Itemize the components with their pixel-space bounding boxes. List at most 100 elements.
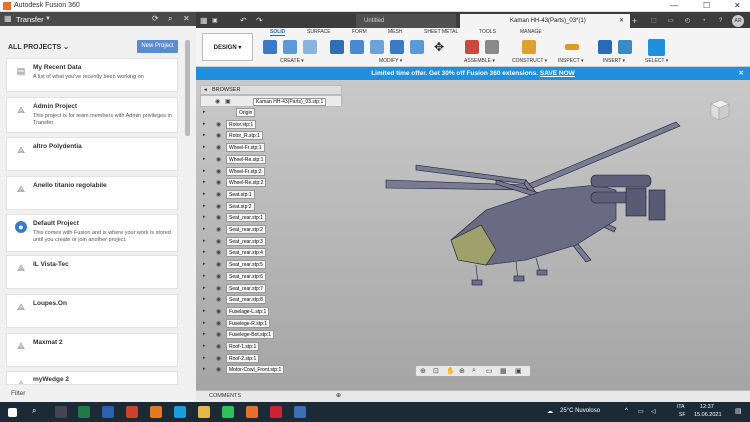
expand-icon[interactable]: ▸ (203, 214, 206, 220)
tab-kaman[interactable]: Kaman HH-43(Parts)_03*(1) ✕ (460, 14, 630, 28)
collapse-icon[interactable]: ◂ (204, 86, 207, 95)
eye-icon[interactable]: ◉ (216, 179, 221, 186)
task-view-icon[interactable] (55, 406, 67, 418)
expand-icon[interactable]: ▸ (203, 273, 206, 279)
decal-icon[interactable] (618, 40, 632, 54)
eye-icon[interactable]: ◉ (216, 121, 221, 128)
insert-icon[interactable] (598, 40, 612, 54)
volume-icon[interactable]: ◁ (651, 408, 656, 415)
eye-icon[interactable]: ◉ (216, 156, 221, 163)
workspace-switcher[interactable]: DESIGN ▾ (202, 33, 253, 61)
create-more-icon[interactable] (303, 40, 317, 54)
expand-icon[interactable]: ▸ (203, 238, 206, 244)
expand-icon[interactable]: ▸ (203, 296, 206, 302)
project-card[interactable]: ⟁ myWedge 2 (6, 371, 178, 385)
whatsapp-icon[interactable] (222, 406, 234, 418)
jobs-icon[interactable]: ◴ (685, 14, 690, 28)
browser-tree-item[interactable]: ▸ Origin (200, 107, 342, 118)
eye-icon[interactable]: ◉ (216, 366, 221, 373)
search-icon[interactable]: ⌕ (32, 406, 36, 416)
app-icon[interactable] (270, 406, 282, 418)
eye-icon[interactable]: ◉ (216, 285, 221, 292)
refresh-icon[interactable]: ⟳ (152, 14, 159, 23)
new-tab-icon[interactable]: + (632, 14, 637, 28)
inspect-menu[interactable]: INSPECT ▾ (558, 58, 583, 64)
expand-icon[interactable]: ▸ (203, 132, 206, 138)
combine-icon[interactable] (410, 40, 424, 54)
browser-tree-item[interactable]: ▸ ◉ Roof-2.stp:1 (200, 353, 342, 364)
comments-bar[interactable]: COMMENTS ⊕ (196, 390, 750, 402)
project-card[interactable]: ● Default Project This comes with Fusion… (6, 214, 178, 252)
expand-icon[interactable]: ▸ (203, 355, 206, 361)
clock-time[interactable]: 12:37 (700, 404, 714, 410)
expand-icon[interactable]: ▸ (203, 366, 206, 372)
eye-icon[interactable]: ◉ (216, 355, 221, 362)
eye-icon[interactable]: ◉ (216, 238, 221, 245)
new-component-icon[interactable] (263, 40, 277, 54)
powerpoint-icon[interactable] (126, 406, 138, 418)
keyboard-layout[interactable]: SF (679, 412, 685, 418)
browser-tree-item[interactable]: ▸ ◉ Seat.stp:2 (200, 201, 342, 212)
tray-arrow-icon[interactable]: ^ (625, 408, 628, 414)
tab-sheet-metal[interactable]: SHEET METAL (424, 29, 458, 35)
browser-tree-item[interactable]: ▸ ◉ Rotor_R.stp:1 (200, 130, 342, 141)
file-explorer-icon[interactable] (198, 406, 210, 418)
browser-tree-item[interactable]: ▸ ◉ Seat_rear.stp:2 (200, 224, 342, 235)
expand-icon[interactable]: ▸ (203, 320, 206, 326)
browser-tree-item[interactable]: ▸ ◉ Seat_rear.stp:3 (200, 236, 342, 247)
modify-menu[interactable]: MODIFY ▾ (379, 58, 402, 64)
expand-icon[interactable]: ▸ (203, 343, 206, 349)
shell-icon[interactable] (390, 40, 404, 54)
clock-date[interactable]: 15.06.2021 (694, 412, 722, 418)
minimize-button[interactable]: — (670, 1, 678, 10)
expand-icon[interactable]: ▸ (203, 331, 206, 337)
orbit-icon[interactable]: ⊕ (420, 367, 426, 375)
project-card[interactable]: ⟁ Maxmat 2 (6, 333, 178, 367)
expand-icon[interactable]: ▸ (203, 249, 206, 255)
joint-icon[interactable] (485, 40, 499, 54)
expand-icon[interactable]: ▸ (203, 285, 206, 291)
browser-tree-item[interactable]: ▸ ◉ Fuselege-R.stp:1 (200, 318, 342, 329)
photos-icon[interactable] (294, 406, 306, 418)
offset-plane-icon[interactable] (522, 40, 536, 54)
start-icon[interactable] (8, 408, 17, 417)
browser-tree-item[interactable]: ▸ ◉ Rotor.stp:1 (200, 119, 342, 130)
project-card[interactable]: ⟁ altro Polydentia (6, 137, 178, 171)
browser-tree-item[interactable]: ▸ ◉ Wheel-Fr.stp:1 (200, 142, 342, 153)
expand-icon[interactable]: ▸ (203, 261, 206, 267)
eye-icon[interactable]: ◉ (216, 320, 221, 327)
undo-icon[interactable]: ↶ (240, 14, 247, 28)
view-cube[interactable] (705, 96, 731, 122)
language[interactable]: ITA (677, 404, 684, 410)
move-icon[interactable]: ✥ (432, 40, 446, 54)
close-icon[interactable]: ✕ (183, 14, 190, 23)
browser-tree-item[interactable]: ▸ ◉ Seat_rear.stp:1 (200, 212, 342, 223)
browser-tree-item[interactable]: ▸ ◉ Seat_rear.stp:8 (200, 294, 342, 305)
expand-icon[interactable]: ▸ (203, 168, 206, 174)
weather-text[interactable]: 25°C Nuvoloso (560, 408, 600, 414)
eye-icon[interactable]: ◉ (216, 343, 221, 350)
measure-icon[interactable] (565, 44, 579, 50)
fit-icon[interactable]: ⌕ (472, 367, 476, 375)
close-button[interactable]: ✕ (734, 1, 741, 10)
chat-icon[interactable]: ▭ (668, 14, 674, 28)
tab-mesh[interactable]: MESH (388, 29, 402, 35)
assemble-menu[interactable]: ASSEMBLE ▾ (464, 58, 495, 64)
add-comment-icon[interactable]: ⊕ (336, 392, 341, 399)
browser-tree-item[interactable]: ▸ ◉ Wheel-Fr.stp:2 (200, 166, 342, 177)
eye-icon[interactable]: ◉ (216, 308, 221, 315)
select-icon[interactable] (648, 39, 665, 56)
eye-icon[interactable]: ◉ (215, 98, 220, 105)
project-card[interactable]: ⟁ Anello titanio regolabile (6, 176, 178, 210)
look-at-icon[interactable]: ⊡ (433, 367, 439, 375)
project-card[interactable]: ▤ My Recent Data A list of what you've r… (6, 58, 178, 92)
project-card[interactable]: ⟁ Admin Project This project is for team… (6, 97, 178, 133)
help-icon[interactable]: ? (719, 14, 722, 28)
expand-icon[interactable]: ▸ (203, 179, 206, 185)
eye-icon[interactable]: ◉ (216, 296, 221, 303)
new-project-button[interactable]: New Project (137, 40, 178, 53)
save-now-link[interactable]: SAVE NOW (540, 70, 575, 77)
browser-tree-item[interactable]: ▸ ◉ Roof-1.stp:1 (200, 341, 342, 352)
tree-root[interactable]: ◉ ▣ Kaman HH-43(Parts)_03.stp:1 (200, 95, 342, 107)
eye-icon[interactable]: ◉ (216, 226, 221, 233)
